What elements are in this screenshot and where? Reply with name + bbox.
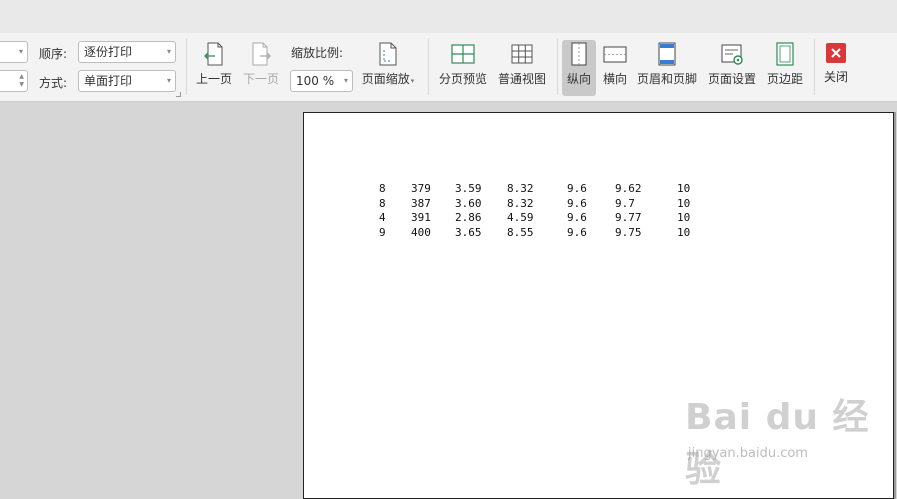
table-cell: 4 — [379, 211, 386, 225]
spin-up-icon[interactable]: ▲ — [19, 74, 24, 80]
print-preview-toolbar: ▾ ▲ ▼ 顺序: 逐份打印 ▾ 方式: 单面打印 ▾ 上一页 下一页 缩放比例… — [0, 33, 897, 102]
table-cell: 9.6 — [567, 226, 587, 240]
dialog-launcher-icon[interactable] — [176, 92, 181, 97]
portrait-button[interactable]: 纵向 — [562, 40, 596, 96]
table-cell: 10 — [677, 182, 691, 195]
page-break-preview-label: 分页预览 — [438, 72, 487, 86]
mode-value: 单面打印 — [84, 74, 133, 88]
copies-stepper[interactable]: ▲ ▼ — [0, 70, 28, 92]
page-zoom-button[interactable]: 页面缩放▾ — [357, 41, 419, 87]
close-icon — [826, 43, 846, 63]
table-cell: 9.7 — [615, 196, 635, 210]
table-cell: 387 — [411, 196, 431, 210]
close-label: 关闭 — [823, 70, 848, 84]
portrait-page-icon — [571, 42, 587, 66]
watermark-url: jingyan.baidu.com — [688, 446, 808, 461]
table-cell: 9.62 — [615, 182, 642, 195]
landscape-button[interactable]: 横向 — [598, 41, 632, 87]
table-cell: 2.86 — [455, 211, 482, 225]
page-zoom-label: 页面缩放▾ — [357, 70, 419, 87]
table-cell: 10 — [677, 226, 691, 240]
page-setup-gear-icon — [721, 44, 743, 65]
page-zoom-icon — [379, 42, 397, 66]
table-row: 8 387 3.60 8.32 9.6 9.7 10 — [364, 197, 707, 212]
chevron-down-icon: ▾ — [166, 47, 171, 56]
next-page-button[interactable]: 下一页 — [240, 41, 282, 87]
table-cell: 9.6 — [567, 196, 587, 210]
prev-page-icon — [204, 42, 223, 66]
table-cell: 4.59 — [507, 211, 534, 225]
zoom-select[interactable]: 100 % ▾ — [290, 70, 353, 92]
table-cell: 8.32 — [507, 196, 534, 210]
margins-icon — [776, 42, 794, 66]
toolbar-separator — [814, 39, 815, 95]
prev-page-button[interactable]: 上一页 — [193, 41, 235, 87]
spin-down-icon[interactable]: ▼ — [19, 82, 24, 88]
mode-label: 方式: — [39, 76, 68, 90]
table-cell: 9.75 — [615, 226, 642, 240]
table-cell: 400 — [411, 226, 431, 240]
table-cell: 10 — [677, 196, 691, 210]
chevron-down-icon: ▾ — [343, 76, 348, 85]
table-row: 4 391 2.86 4.59 9.6 9.77 10 — [364, 211, 707, 226]
table-cell: 391 — [411, 211, 431, 225]
table-cell: 379 — [411, 182, 431, 195]
mode-select[interactable]: 单面打印 ▾ — [78, 70, 176, 92]
chevron-down-icon: ▾ — [18, 47, 23, 56]
table-row: 9 400 3.65 8.55 9.6 9.75 10 — [364, 226, 707, 241]
margins-button[interactable]: 页边距 — [763, 41, 807, 87]
table-cell: 9.6 — [567, 211, 587, 225]
watermark-brand: Bai du 经验 — [685, 397, 870, 490]
baidu-watermark: Bai du 经验 jingyan.baidu.com — [685, 388, 897, 492]
dropdown-arrow-icon: ▾ — [410, 77, 415, 85]
table-cell: 3.60 — [455, 196, 482, 210]
partial-dropdown-top[interactable]: ▾ — [0, 41, 28, 63]
table-cell: 8 — [379, 182, 386, 195]
next-page-icon — [252, 42, 271, 66]
title-strip — [0, 0, 897, 33]
zoom-label: 缩放比例: — [291, 46, 344, 60]
table-cell: 8.55 — [507, 226, 534, 240]
header-footer-label: 页眉和页脚 — [636, 72, 697, 86]
toolbar-separator — [557, 39, 558, 95]
next-page-label: 下一页 — [242, 72, 279, 86]
table-cell: 3.59 — [455, 182, 482, 195]
table-row: 8 379 3.59 8.32 9.6 9.62 10 — [364, 182, 707, 197]
normal-view-label: 普通视图 — [497, 72, 546, 86]
table-cell: 10 — [677, 211, 691, 225]
chevron-down-icon: ▾ — [166, 76, 171, 85]
prev-page-label: 上一页 — [195, 72, 232, 86]
data-table: 8 379 3.59 8.32 9.6 9.62 10 8 387 3.60 8.32 9.6 9.7 1… — [364, 182, 707, 241]
order-select[interactable]: 逐份打印 ▾ — [78, 41, 176, 63]
table-cell: 8 — [379, 196, 386, 210]
header-footer-button[interactable]: 页眉和页脚 — [635, 41, 699, 87]
grid-view-icon — [511, 44, 533, 64]
page-break-preview-icon — [451, 44, 475, 64]
toolbar-separator — [428, 39, 429, 95]
portrait-label: 纵向 — [566, 72, 591, 86]
page-setup-button[interactable]: 页面设置 — [704, 41, 760, 87]
table-cell: 9.6 — [567, 182, 587, 195]
table-cell: 3.65 — [455, 226, 482, 240]
page-setup-label: 页面设置 — [707, 72, 756, 86]
table-cell: 8.32 — [507, 182, 534, 195]
order-value: 逐份打印 — [84, 45, 133, 59]
zoom-value: 100 % — [296, 74, 335, 88]
close-preview-button[interactable]: 关闭 — [819, 41, 853, 85]
page-break-preview-button[interactable]: 分页预览 — [435, 41, 491, 87]
page-zoom-text: 页面缩放 — [361, 72, 410, 86]
table-cell: 9.77 — [615, 211, 642, 225]
landscape-label: 横向 — [602, 72, 627, 86]
normal-view-button[interactable]: 普通视图 — [494, 41, 550, 87]
header-footer-icon — [658, 42, 676, 66]
table-cell: 9 — [379, 226, 386, 240]
landscape-page-icon — [603, 46, 627, 63]
toolbar-separator — [186, 39, 187, 95]
margins-label: 页边距 — [766, 72, 803, 86]
order-label: 顺序: — [39, 47, 68, 61]
